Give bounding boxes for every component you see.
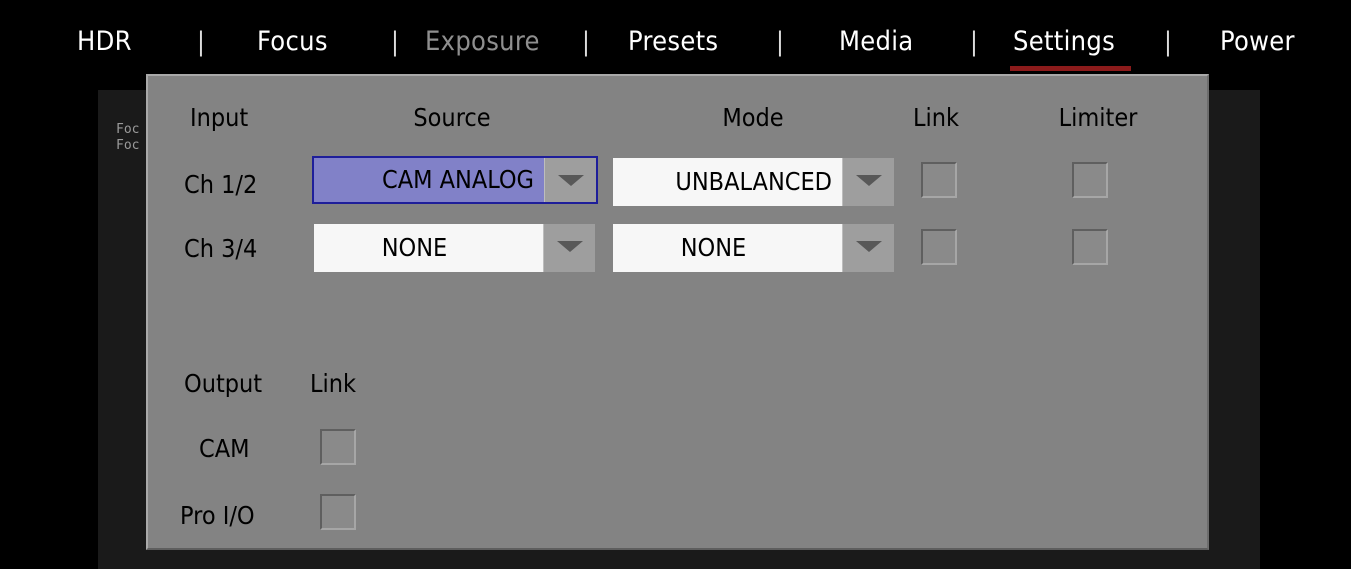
chevron-down-icon [856, 241, 882, 252]
header-output: Output [184, 369, 263, 398]
tab-media[interactable]: Media [839, 22, 913, 62]
source-dropdown-button[interactable] [543, 224, 595, 272]
source-dropdown-button[interactable] [544, 158, 596, 202]
row-label-cam: CAM [199, 434, 250, 463]
header-input: Input [190, 103, 249, 132]
header-source: Source [413, 103, 491, 132]
source-value: CAM ANALOG [382, 165, 534, 194]
tab-exposure[interactable]: Exposure [425, 22, 540, 62]
audio-settings-dialog: Input Source Mode Link Limiter Ch 1/2 CA… [146, 74, 1209, 550]
menu-separator: | [1164, 27, 1173, 57]
source-dropdown-ch34[interactable]: NONE [314, 224, 595, 272]
tab-power[interactable]: Power [1220, 22, 1295, 62]
mode-dropdown-ch12[interactable]: UNBALANCED [613, 158, 894, 206]
menu-separator: | [391, 27, 400, 57]
menu-separator: | [776, 27, 785, 57]
top-menu-bar: HDR | Focus | Exposure | Presets | Media… [0, 0, 1351, 80]
source-dropdown-ch12[interactable]: CAM ANALOG [312, 156, 598, 204]
background-text: Foc [116, 138, 140, 153]
header-link: Link [912, 103, 960, 132]
menu-separator: | [197, 27, 206, 57]
chevron-down-icon [558, 175, 584, 186]
chevron-down-icon [856, 175, 882, 186]
header-output-link: Link [310, 369, 357, 398]
chevron-down-icon [557, 241, 583, 252]
tab-focus[interactable]: Focus [257, 22, 328, 62]
mode-value: UNBALANCED [675, 167, 832, 196]
link-checkbox-ch12[interactable] [921, 162, 957, 198]
row-label-ch12: Ch 1/2 [184, 170, 258, 199]
link-checkbox-ch34[interactable] [921, 229, 957, 265]
menu-separator: | [582, 27, 591, 57]
mode-dropdown-button[interactable] [842, 224, 894, 272]
header-limiter: Limiter [1058, 103, 1138, 132]
mode-dropdown-ch34[interactable]: NONE [613, 224, 894, 272]
link-checkbox-pro-io[interactable] [320, 494, 356, 530]
background-text: Foc [116, 122, 140, 137]
mode-dropdown-button[interactable] [842, 158, 894, 206]
row-label-pro-io: Pro I/O [180, 501, 255, 530]
link-checkbox-cam[interactable] [320, 429, 356, 465]
row-label-ch34: Ch 3/4 [184, 234, 258, 263]
tab-settings[interactable]: Settings [1013, 22, 1115, 62]
tab-hdr[interactable]: HDR [77, 22, 132, 62]
limiter-checkbox-ch12[interactable] [1072, 162, 1108, 198]
active-tab-indicator [1010, 66, 1131, 71]
menu-separator: | [970, 27, 979, 57]
tab-presets[interactable]: Presets [628, 22, 718, 62]
limiter-checkbox-ch34[interactable] [1072, 229, 1108, 265]
header-mode: Mode [722, 103, 784, 132]
